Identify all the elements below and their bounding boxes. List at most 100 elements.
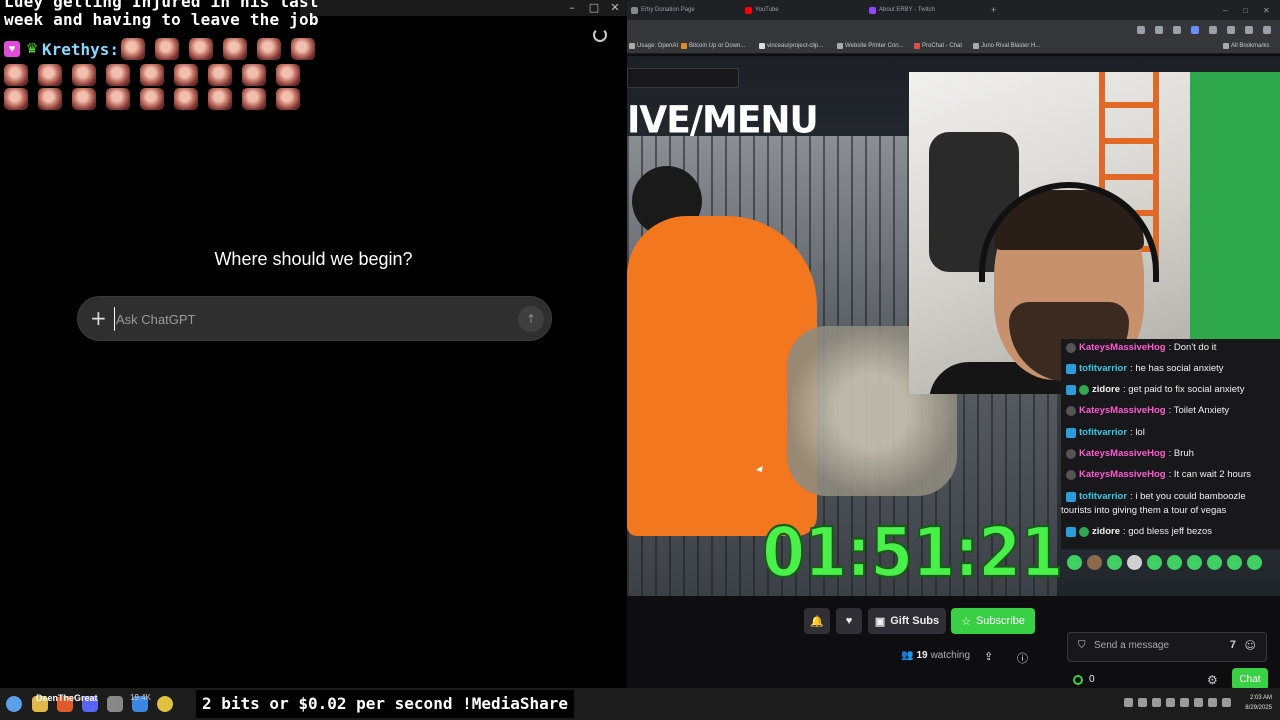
prompt-input[interactable] <box>114 307 514 331</box>
extension-icon[interactable] <box>1209 26 1217 34</box>
minimize-icon[interactable]: – <box>562 1 582 15</box>
badge-icon <box>1066 469 1076 480</box>
gift-subs-button[interactable]: ▣ Gift Subs <box>868 608 946 634</box>
badge-icon <box>1066 427 1076 438</box>
follow-button[interactable]: ♥ <box>836 608 862 634</box>
heart-badge-icon: ♥ <box>4 41 20 57</box>
chat-message: KateysMassiveHog: It can wait 2 hours <box>1066 469 1251 480</box>
chat-input-box[interactable]: ⛉ 7 ☺ <box>1067 632 1267 662</box>
plus-icon[interactable]: + <box>90 306 107 330</box>
bookmark-label: Usage: OpenAI <box>637 43 679 49</box>
close-icon[interactable]: ✕ <box>605 1 625 15</box>
emote-icon[interactable] <box>1147 555 1162 570</box>
bookmark-icon <box>681 43 687 49</box>
tray-icon[interactable] <box>1152 698 1161 707</box>
tab-youtube[interactable]: YouTube <box>745 3 779 17</box>
new-tab-icon[interactable]: + <box>991 3 996 17</box>
menu-icon[interactable] <box>1263 26 1271 34</box>
bookmark-item[interactable]: Juno Rival Blaster H... <box>973 43 1040 49</box>
app-icon[interactable] <box>107 696 123 712</box>
emote-icon[interactable] <box>1127 555 1142 570</box>
extension-icon[interactable] <box>1137 26 1145 34</box>
chat-username[interactable]: KateysMassiveHog <box>1079 405 1166 416</box>
subscribe-button[interactable]: ☆ Subscribe <box>951 608 1035 634</box>
emote-icon[interactable] <box>1247 555 1262 570</box>
emote-icon <box>174 64 198 86</box>
share-icon[interactable]: ⇪ <box>984 650 993 663</box>
chat-input[interactable] <box>1094 640 1214 651</box>
window-titlebar: – □ ✕ <box>300 0 627 16</box>
system-clock[interactable]: 2:03 AM 8/29/2025 <box>1245 693 1272 713</box>
browser-toolbar <box>627 20 1280 40</box>
maximize-icon[interactable]: □ <box>1243 3 1248 17</box>
page-title: Where should we begin? <box>214 249 413 269</box>
emote-icon[interactable] <box>1087 555 1102 570</box>
extension-icon[interactable] <box>1191 26 1199 34</box>
tray-icon[interactable] <box>1194 698 1203 707</box>
chat-message-continuation: tourists into giving them a tour of vega… <box>1061 505 1226 516</box>
all-bookmarks[interactable]: All Bookmarks <box>1223 43 1269 49</box>
chrome-icon[interactable] <box>157 696 173 712</box>
chat-username[interactable]: tofitvarrior <box>1079 427 1127 438</box>
start-icon[interactable] <box>6 696 22 712</box>
people-icon: 👥 <box>901 650 914 661</box>
emote-icon[interactable] <box>1187 555 1202 570</box>
tray-icon[interactable] <box>1124 698 1133 707</box>
minimize-icon[interactable]: – <box>1223 3 1227 17</box>
badge-icon <box>1066 342 1076 353</box>
bookmark-label: All Bookmarks <box>1231 43 1270 49</box>
chat-username[interactable]: KateysMassiveHog <box>1079 469 1166 480</box>
emote-icon <box>38 88 62 110</box>
extension-icon[interactable] <box>1245 26 1253 34</box>
chat-username[interactable]: KateysMassiveHog <box>1079 342 1166 353</box>
notifications-button[interactable]: 🔔 <box>804 608 830 634</box>
emote-icon[interactable] <box>1167 555 1182 570</box>
emote-icon <box>291 38 316 60</box>
tab-erby-donation[interactable]: Erby Donation Page <box>631 3 695 17</box>
bookmark-item[interactable]: ProChat - Chat <box>914 43 962 49</box>
bookmark-item[interactable]: Usage: OpenAI <box>629 43 678 49</box>
tray-icon[interactable] <box>1166 698 1175 707</box>
wifi-icon[interactable] <box>1208 698 1217 707</box>
chat-text: : god bless jeff bezos <box>1122 526 1213 537</box>
chat-username[interactable]: KateysMassiveHog <box>1079 448 1166 459</box>
zoom-icon[interactable] <box>1155 26 1163 34</box>
volume-icon[interactable] <box>1222 698 1231 707</box>
chat-username[interactable]: tofitvarrior <box>1079 363 1127 374</box>
maximize-icon[interactable]: □ <box>584 1 604 15</box>
shield-icon[interactable]: ⛉ <box>1078 640 1086 651</box>
chat-text: tourists into giving them a tour of vega… <box>1061 505 1227 516</box>
chat-send-button[interactable]: Chat <box>1232 668 1268 690</box>
prompt-box[interactable]: + ↑ <box>77 296 552 341</box>
chat-message: tofitvarrior: lol <box>1066 427 1145 438</box>
emote-picker-icon[interactable]: ☺ <box>1245 639 1256 652</box>
tray-icon[interactable] <box>1180 698 1189 707</box>
stream-search-box[interactable] <box>627 68 739 88</box>
bookmark-item[interactable]: Bitcoin Up or Down... <box>681 43 745 49</box>
bookmark-icon <box>973 43 979 49</box>
brave-shield-icon[interactable] <box>1173 26 1181 34</box>
info-icon[interactable]: ⓘ <box>1017 650 1028 666</box>
browser-window: Erby Donation Page YouTube About ERBY - … <box>627 0 1280 690</box>
reload-icon[interactable] <box>593 28 607 42</box>
bookmark-item[interactable]: Website Printer Con... <box>837 43 904 49</box>
send-button[interactable]: ↑ <box>518 306 544 332</box>
channel-points[interactable]: 0 <box>1073 674 1095 685</box>
chat-username[interactable]: tofitvarrior <box>1079 491 1127 502</box>
close-icon[interactable]: ✕ <box>1263 3 1270 17</box>
extension-icon[interactable] <box>1227 26 1235 34</box>
chat-username[interactable]: zidore <box>1092 526 1120 537</box>
7tv-icon[interactable]: 7 <box>1230 639 1236 651</box>
badge-icon <box>1066 448 1076 459</box>
emote-icon[interactable] <box>1067 555 1082 570</box>
emote-icon[interactable] <box>1207 555 1222 570</box>
emote-icon[interactable] <box>1227 555 1242 570</box>
bookmark-item[interactable]: vinceau/project-clip... <box>759 43 823 49</box>
chat-username[interactable]: zidore <box>1092 384 1120 395</box>
emote-icon[interactable] <box>1107 555 1122 570</box>
gear-icon[interactable]: ⚙ <box>1207 673 1218 687</box>
emote-icon <box>72 88 96 110</box>
tab-twitch[interactable]: About ERBY - Twitch <box>869 3 935 17</box>
emote-icon <box>208 64 232 86</box>
tray-icon[interactable] <box>1138 698 1147 707</box>
